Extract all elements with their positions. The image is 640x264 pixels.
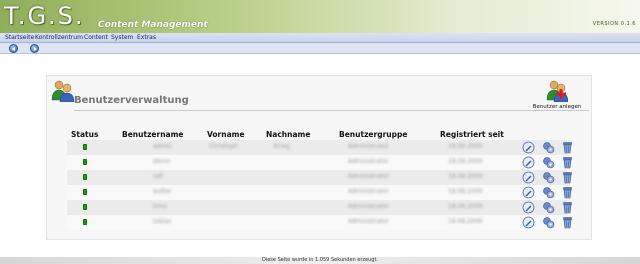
cell-registered: 18.08.2009: [448, 173, 483, 180]
cell-lastname: Krieg: [274, 143, 290, 150]
table-row: timo Administrator 18.08.2009: [67, 200, 567, 215]
cell-registered: 18.08.2009: [448, 143, 483, 150]
trash-icon[interactable]: [561, 216, 574, 229]
settings-icon[interactable]: [542, 186, 555, 199]
menu-item-startseite[interactable]: Startseite: [5, 34, 34, 41]
cell-registered: 18.08.2009: [448, 203, 483, 210]
status-indicator: [83, 159, 87, 165]
edit-icon[interactable]: [522, 156, 535, 169]
cell-username: demo: [153, 158, 171, 165]
status-indicator: [83, 174, 87, 180]
trash-icon[interactable]: [561, 156, 574, 169]
history-nav: [0, 43, 640, 54]
users-icon: [51, 80, 75, 102]
edit-icon[interactable]: [522, 186, 535, 199]
table-row: tobias Administrator 18.08.2009: [67, 215, 567, 230]
status-indicator: [83, 144, 87, 150]
cell-firstname: Christoph: [209, 143, 238, 150]
menu-item-extras[interactable]: Extras: [137, 34, 156, 41]
cell-registered: 18.08.2009: [448, 188, 483, 195]
app-logo: T.G.S.: [4, 2, 85, 30]
cell-username: walter: [153, 188, 172, 195]
title-divider: [74, 110, 589, 111]
page-footer: Diese Seite wurde in 1.059 Sekunden erze…: [0, 257, 640, 264]
cell-group: Administrator: [348, 218, 389, 225]
trash-icon[interactable]: [561, 171, 574, 184]
arrow-right-icon[interactable]: [30, 44, 39, 53]
cell-group: Administrator: [348, 203, 389, 210]
table-row: demo Administrator 18.08.2009: [67, 155, 567, 170]
edit-icon[interactable]: [522, 141, 535, 154]
status-indicator: [83, 219, 87, 225]
settings-icon[interactable]: [542, 141, 555, 154]
trash-icon[interactable]: [561, 186, 574, 199]
trash-icon[interactable]: [561, 141, 574, 154]
settings-icon[interactable]: [542, 156, 555, 169]
edit-icon[interactable]: [522, 171, 535, 184]
trash-icon[interactable]: [561, 201, 574, 214]
add-user-icon: [546, 80, 568, 102]
settings-icon[interactable]: [542, 201, 555, 214]
column-header-username: Benutzername: [122, 130, 184, 139]
status-indicator: [83, 204, 87, 210]
page-title: Benutzerverwaltung: [74, 95, 189, 106]
settings-icon[interactable]: [542, 171, 555, 184]
cell-group: Administrator: [348, 173, 389, 180]
column-header-status: Status: [71, 130, 99, 139]
table-row: walter Administrator 18.08.2009: [67, 185, 567, 200]
menu-item-kontrollzentrum[interactable]: Kontrollzentrum: [35, 34, 83, 41]
cell-group: Administrator: [348, 143, 389, 150]
main-menu: Startseite Kontrollzentrum Content Syste…: [0, 33, 640, 43]
add-user-label: Benutzer anlegen: [532, 104, 582, 110]
add-user-button[interactable]: Benutzer anlegen: [527, 80, 587, 110]
column-header-group: Benutzergruppe: [339, 130, 408, 139]
column-header-firstname: Vorname: [207, 130, 245, 139]
table-row: admin Christoph Krieg Administrator 18.0…: [67, 140, 567, 155]
cell-username: timo: [153, 203, 167, 210]
status-indicator: [83, 189, 87, 195]
column-header-lastname: Nachname: [266, 130, 311, 139]
settings-icon[interactable]: [542, 216, 555, 229]
app-tagline: Content Management: [98, 20, 208, 30]
edit-icon[interactable]: [522, 216, 535, 229]
cell-group: Administrator: [348, 188, 389, 195]
version-label: VERSION 0.1.6: [592, 21, 636, 27]
edit-icon[interactable]: [522, 201, 535, 214]
menu-item-system[interactable]: System: [111, 34, 133, 41]
cell-registered: 18.08.2009: [448, 158, 483, 165]
cell-registered: 18.08.2009: [448, 218, 483, 225]
cell-username: admin: [153, 143, 172, 150]
arrow-left-icon[interactable]: [9, 44, 18, 53]
app-header: T.G.S. Content Management VERSION 0.1.6: [0, 0, 640, 33]
column-header-registered: Registriert seit: [440, 130, 504, 139]
cell-username: tobias: [153, 218, 172, 225]
table-row: ralf Administrator 18.08.2009: [67, 170, 567, 185]
user-management-panel: Benutzerverwaltung Benutzer anlegen Stat…: [46, 75, 592, 240]
menu-item-content[interactable]: Content: [84, 34, 108, 41]
cell-group: Administrator: [348, 158, 389, 165]
cell-username: ralf: [153, 173, 163, 180]
